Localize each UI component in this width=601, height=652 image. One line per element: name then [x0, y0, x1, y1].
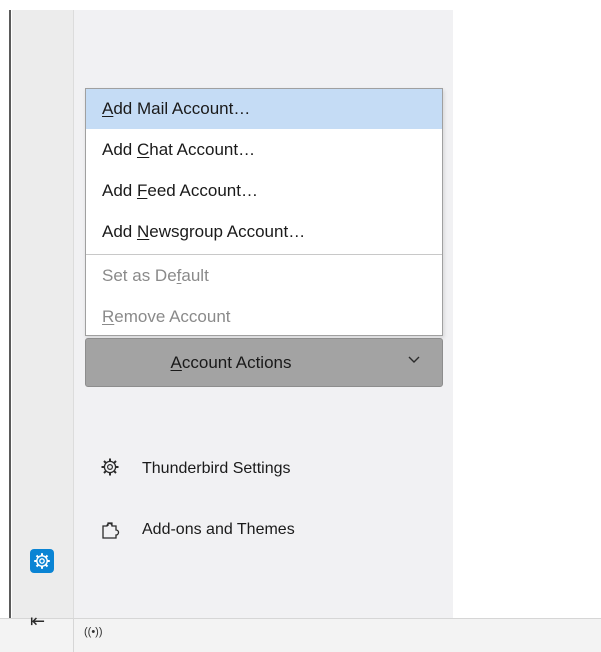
account-actions-button[interactable]: Account Actions — [85, 338, 443, 387]
menu-item-add-feed-account[interactable]: Add Feed Account… — [86, 171, 442, 211]
activity-icon[interactable]: ((•)) — [84, 626, 103, 638]
menu-item-set-as-default: Set as Default — [86, 256, 442, 296]
settings-space-button[interactable] — [30, 549, 54, 573]
chevron-down-icon — [408, 356, 420, 363]
gear-icon — [101, 458, 119, 476]
menu-item-label: Set as De — [102, 266, 177, 285]
thunderbird-settings-link[interactable]: Thunderbird Settings — [100, 456, 360, 482]
add-account-menu: Add Mail Account… Add Chat Account… Add … — [85, 88, 443, 336]
menu-item-label: eed Account… — [147, 181, 258, 200]
puzzle-icon — [102, 522, 120, 539]
menu-item-label: Add — [102, 140, 137, 159]
access-key: A — [102, 99, 114, 118]
menu-item-remove-account: Remove Account — [86, 297, 442, 337]
content-pane — [453, 10, 601, 618]
status-bar-divider — [73, 619, 74, 652]
addons-and-themes-link[interactable]: Add-ons and Themes — [100, 517, 360, 543]
menu-item-label: Add — [102, 222, 137, 241]
access-key: N — [136, 222, 150, 241]
menu-separator — [86, 254, 442, 255]
menu-item-label: hat Account… — [149, 140, 256, 159]
window-edge-line — [9, 10, 11, 618]
account-actions-label: Account Actions — [86, 339, 376, 386]
menu-item-label: ault — [181, 266, 209, 285]
menu-item-label: ewsgroup Account… — [149, 222, 306, 241]
menu-item-label: emove Account — [114, 307, 231, 326]
menu-item-add-newsgroup-account[interactable]: Add Newsgroup Account… — [86, 212, 442, 252]
access-key: R — [102, 307, 115, 326]
settings-link-label: Thunderbird Settings — [142, 460, 291, 477]
menu-item-add-mail-account[interactable]: Add Mail Account… — [86, 89, 442, 129]
collapse-arrow-icon[interactable]: ⇤ — [30, 611, 45, 631]
gear-icon — [34, 553, 50, 569]
menu-item-label: dd Mail Account… — [113, 99, 251, 118]
addons-link-label: Add-ons and Themes — [142, 521, 295, 538]
access-key: A — [170, 353, 182, 372]
menu-item-label: Add — [102, 181, 137, 200]
spaces-toolbar — [12, 10, 74, 618]
access-key: F — [136, 181, 148, 200]
button-label-part: ccount Actions — [181, 353, 292, 372]
access-key: C — [136, 140, 150, 159]
menu-item-add-chat-account[interactable]: Add Chat Account… — [86, 130, 442, 170]
